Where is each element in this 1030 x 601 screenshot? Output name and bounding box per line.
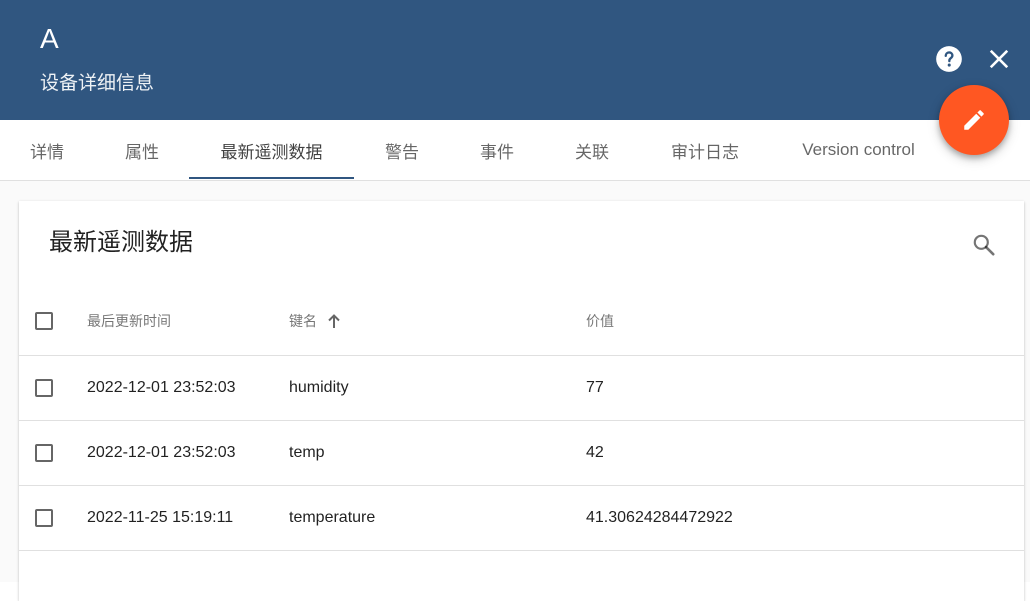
tab-events[interactable]: 事件 <box>467 120 527 180</box>
row-value: 41.30624284472922 <box>586 509 733 526</box>
row-last-update: 2022-12-01 23:52:03 <box>87 444 236 461</box>
close-button[interactable] <box>982 42 1016 76</box>
page-header: A 设备详细信息 <box>0 0 1030 120</box>
tab-relations[interactable]: 关联 <box>562 120 622 180</box>
tab-details[interactable]: 详情 <box>18 120 76 180</box>
active-tab-indicator <box>189 177 354 179</box>
row-checkbox[interactable] <box>35 379 53 397</box>
telemetry-panel: 最新遥测数据 最后更新时间 键名 价值 2022-12-01 23:52:03 … <box>19 201 1024 601</box>
row-last-update: 2022-12-01 23:52:03 <box>87 379 236 396</box>
edit-pencil-icon <box>964 110 984 130</box>
column-header-key-label: 键名 <box>289 312 317 329</box>
device-name-title: A <box>40 23 59 54</box>
tab-bar: 详情 属性 最新遥测数据 警告 事件 关联 审计日志 Version contr… <box>0 120 1030 181</box>
close-icon <box>989 49 1009 69</box>
row-value: 42 <box>586 444 604 461</box>
row-value: 77 <box>586 379 604 396</box>
column-header-key[interactable]: 键名 <box>289 286 341 355</box>
row-checkbox[interactable] <box>35 444 53 462</box>
table-row[interactable]: 2022-12-01 23:52:03 humidity 77 <box>19 356 1024 421</box>
tab-version-control[interactable]: Version control <box>786 120 931 180</box>
row-key: temperature <box>289 509 376 526</box>
row-checkbox[interactable] <box>35 509 53 527</box>
table-row[interactable]: 2022-12-01 23:52:03 temp 42 <box>19 421 1024 486</box>
tab-alarms[interactable]: 警告 <box>372 120 432 180</box>
tab-attributes[interactable]: 属性 <box>112 120 172 180</box>
search-icon <box>973 234 995 256</box>
column-header-last-update[interactable]: 最后更新时间 <box>87 286 171 355</box>
tab-latest-telemetry[interactable]: 最新遥测数据 <box>189 120 354 180</box>
table-row[interactable]: 2022-11-25 15:19:11 temperature 41.30624… <box>19 486 1024 551</box>
help-circle-icon <box>936 46 962 72</box>
tab-audit-logs[interactable]: 审计日志 <box>658 120 752 180</box>
select-all-checkbox[interactable] <box>35 311 53 330</box>
search-button[interactable] <box>967 228 1001 262</box>
sort-ascending-arrow-icon <box>327 313 341 329</box>
table-header-row: 最后更新时间 键名 价值 <box>19 286 1024 356</box>
device-details-subtitle: 设备详细信息 <box>40 73 155 94</box>
row-key: humidity <box>289 379 349 396</box>
edit-fab-button[interactable] <box>939 85 1009 155</box>
row-key: temp <box>289 444 325 461</box>
panel-title: 最新遥测数据 <box>49 229 193 256</box>
column-header-value[interactable]: 价值 <box>586 286 614 355</box>
row-last-update: 2022-11-25 15:19:11 <box>87 509 234 526</box>
help-button[interactable] <box>932 42 966 76</box>
